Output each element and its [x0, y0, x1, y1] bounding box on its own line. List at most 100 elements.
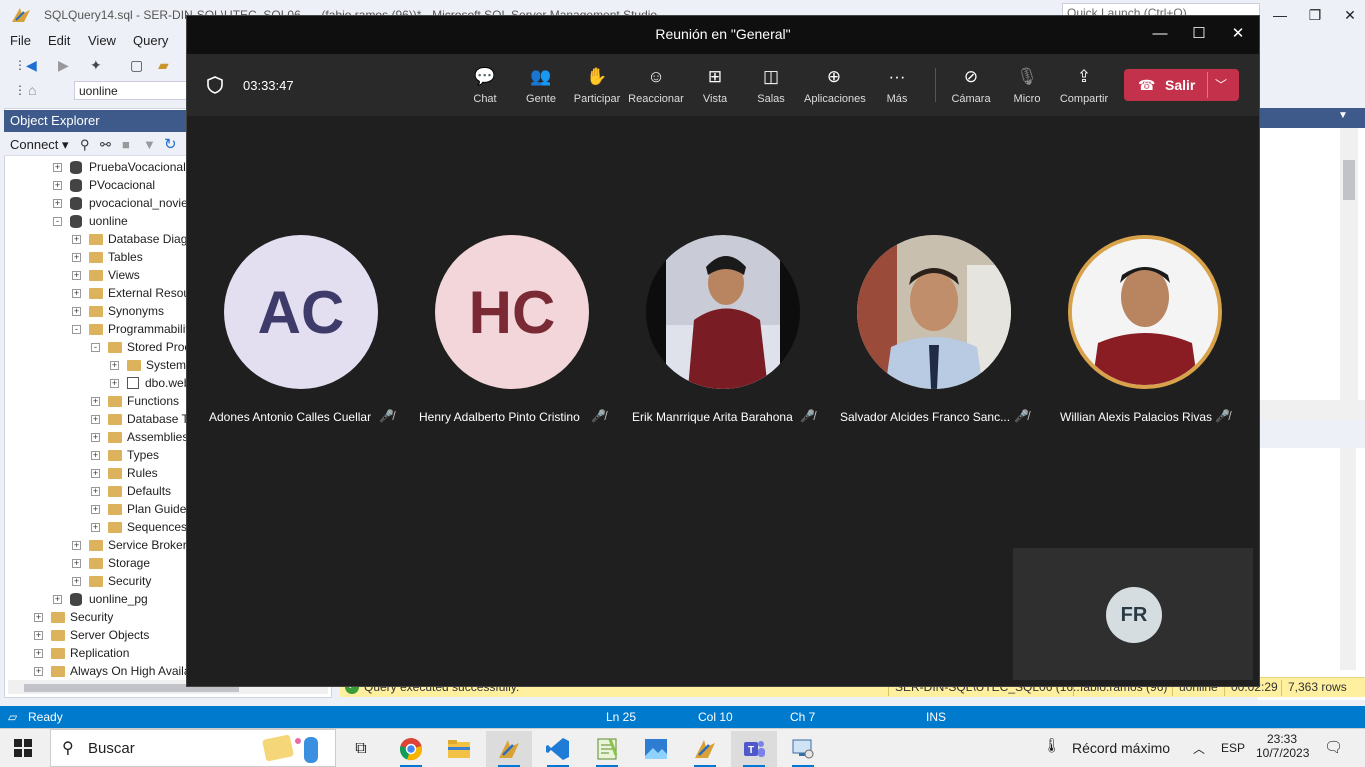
tree-node[interactable]: - uonline	[53, 212, 128, 230]
scrollbar-thumb[interactable]	[1343, 160, 1355, 200]
expand-icon[interactable]: +	[91, 396, 100, 406]
tree-node[interactable]: + Storage	[72, 554, 150, 572]
tree-node[interactable]: + Functions	[91, 392, 179, 410]
tree-node[interactable]: + Replication	[34, 644, 129, 662]
teams-maximize-icon[interactable]: ☐	[1184, 22, 1214, 46]
tree-node[interactable]: + System Stored Procedures	[110, 356, 186, 374]
debug-icon[interactable]: ⌂	[28, 82, 36, 98]
tree-node[interactable]: + pvocacional_noviembre	[53, 194, 186, 212]
thermometer-icon[interactable]: 🌡	[1043, 737, 1061, 754]
participant-tile[interactable]: Willian Alexis Palacios Rivas 🎤̸	[1031, 235, 1231, 435]
tree-node[interactable]: + Synonyms	[72, 302, 164, 320]
expand-icon[interactable]: +	[53, 198, 62, 208]
expand-icon[interactable]: +	[110, 360, 119, 370]
task-view-button[interactable]: ⧉	[338, 731, 384, 767]
expand-icon[interactable]: +	[34, 666, 43, 676]
database-selector[interactable]: uonline	[74, 81, 188, 100]
apps-button[interactable]: ⊕ Aplicaciones	[804, 64, 866, 105]
expand-icon[interactable]: +	[34, 630, 43, 640]
results-vscrollbar[interactable]	[1340, 448, 1356, 670]
tree-node[interactable]: + Tables	[72, 248, 143, 266]
expand-icon[interactable]: +	[110, 378, 119, 388]
participant-tile[interactable]: Erik Manrrique Arita Barahona 🎤̸	[609, 235, 815, 435]
refresh-icon[interactable]: ↻	[164, 135, 177, 153]
query-editor[interactable]	[1258, 128, 1340, 396]
taskbar-ssms[interactable]	[486, 731, 532, 767]
restore-icon[interactable]: ❐	[1300, 4, 1330, 26]
chat-button[interactable]: 💬 Chat	[455, 64, 515, 105]
expand-icon[interactable]: +	[91, 486, 100, 496]
input-language[interactable]: ESP	[1221, 741, 1245, 755]
tree-node[interactable]: + Always On High Availability	[34, 662, 186, 680]
open-folder-icon[interactable]: ▰	[158, 57, 169, 74]
dropdown-icon[interactable]: ▼	[1338, 110, 1348, 121]
tree-node[interactable]: + PVocacional	[53, 176, 155, 194]
disconnect-icon[interactable]: ⚯	[100, 137, 111, 153]
tree-node[interactable]: + PruebaVocacional	[53, 158, 186, 176]
taskbar-photos[interactable]	[633, 731, 679, 767]
tree-node[interactable]: + Service Broker	[72, 536, 186, 554]
people-button[interactable]: 👥 Gente	[511, 64, 571, 105]
expand-icon[interactable]: +	[91, 522, 100, 532]
view-button[interactable]: ⊞ Vista	[685, 64, 745, 105]
tree-node[interactable]: + Database Diagrams	[72, 230, 186, 248]
mic-button[interactable]: 🎙 Micro	[997, 64, 1057, 105]
tree-node[interactable]: + Security	[34, 608, 113, 626]
expand-icon[interactable]: +	[91, 504, 100, 514]
tree-node[interactable]: + dbo.web	[110, 374, 186, 392]
expand-icon[interactable]: +	[72, 558, 81, 568]
expand-icon[interactable]: +	[72, 540, 81, 550]
close-icon[interactable]: ✕	[1335, 4, 1365, 26]
expand-icon[interactable]: +	[91, 450, 100, 460]
expand-icon[interactable]: +	[53, 594, 62, 604]
tree-node[interactable]: + Assemblies	[91, 428, 186, 446]
connect-button[interactable]: Connect ▾	[10, 137, 69, 153]
chevron-down-icon[interactable]: ﹀	[1215, 76, 1227, 93]
shield-icon[interactable]	[206, 76, 224, 94]
menu-file[interactable]: File	[10, 33, 31, 48]
taskbar-clock[interactable]: 23:33 10/7/2023	[1256, 732, 1309, 760]
tree-node[interactable]: - Stored Procedures	[91, 338, 186, 356]
expand-icon[interactable]: +	[72, 288, 81, 298]
collapse-icon[interactable]: -	[72, 324, 81, 334]
taskbar-remote-desktop[interactable]	[780, 731, 826, 767]
new-project-icon[interactable]: ✦	[90, 57, 102, 74]
expand-icon[interactable]: +	[91, 414, 100, 424]
expand-icon[interactable]: +	[53, 162, 62, 172]
menu-query[interactable]: Query	[133, 33, 168, 48]
stop-icon[interactable]: ■	[122, 137, 130, 152]
expand-icon[interactable]: +	[34, 612, 43, 622]
raise-hand-button[interactable]: ✋ Participar	[567, 64, 627, 105]
expand-icon[interactable]: +	[72, 576, 81, 586]
tree-node[interactable]: + Plan Guides	[91, 500, 186, 518]
tree-node[interactable]: + External Resources	[72, 284, 186, 302]
tree-node[interactable]: + Types	[91, 446, 159, 464]
weather-widget[interactable]: Récord máximo	[1072, 740, 1170, 756]
tree-node[interactable]: + Sequences	[91, 518, 186, 536]
tree-node[interactable]: + uonline_pg	[53, 590, 148, 608]
expand-icon[interactable]: +	[34, 648, 43, 658]
participant-tile[interactable]: HC Henry Adalberto Pinto Cristino 🎤̸	[398, 235, 606, 435]
new-item-icon[interactable]: ▢	[130, 57, 143, 74]
participant-tile[interactable]: Salvador Alcides Franco Sanc... 🎤̸	[820, 235, 1029, 435]
taskbar-ssms-2[interactable]	[682, 731, 728, 767]
expand-icon[interactable]: +	[72, 234, 81, 244]
tree-node[interactable]: + Server Objects	[34, 626, 149, 644]
filter-icon[interactable]: ▼	[143, 137, 156, 152]
results-grid[interactable]	[1258, 448, 1340, 670]
connect-icon[interactable]: ⚲	[80, 137, 90, 153]
notification-center-icon[interactable]: 🗨	[1324, 738, 1343, 756]
chevron-up-icon[interactable]: ︿	[1193, 740, 1205, 757]
collapse-icon[interactable]: -	[91, 342, 100, 352]
tree-node[interactable]: + Rules	[91, 464, 158, 482]
teams-close-icon[interactable]: ✕	[1223, 22, 1253, 46]
forward-icon[interactable]: ▶	[58, 57, 69, 74]
menu-view[interactable]: View	[88, 33, 116, 48]
tree-node[interactable]: + Views	[72, 266, 140, 284]
taskbar-file-explorer[interactable]	[436, 731, 482, 767]
tree-node[interactable]: + Database Triggers	[91, 410, 186, 428]
back-icon[interactable]: ◀	[26, 57, 37, 74]
tree-node[interactable]: - Programmability	[72, 320, 186, 338]
expand-icon[interactable]: +	[53, 180, 62, 190]
minimize-icon[interactable]: —	[1265, 4, 1295, 26]
